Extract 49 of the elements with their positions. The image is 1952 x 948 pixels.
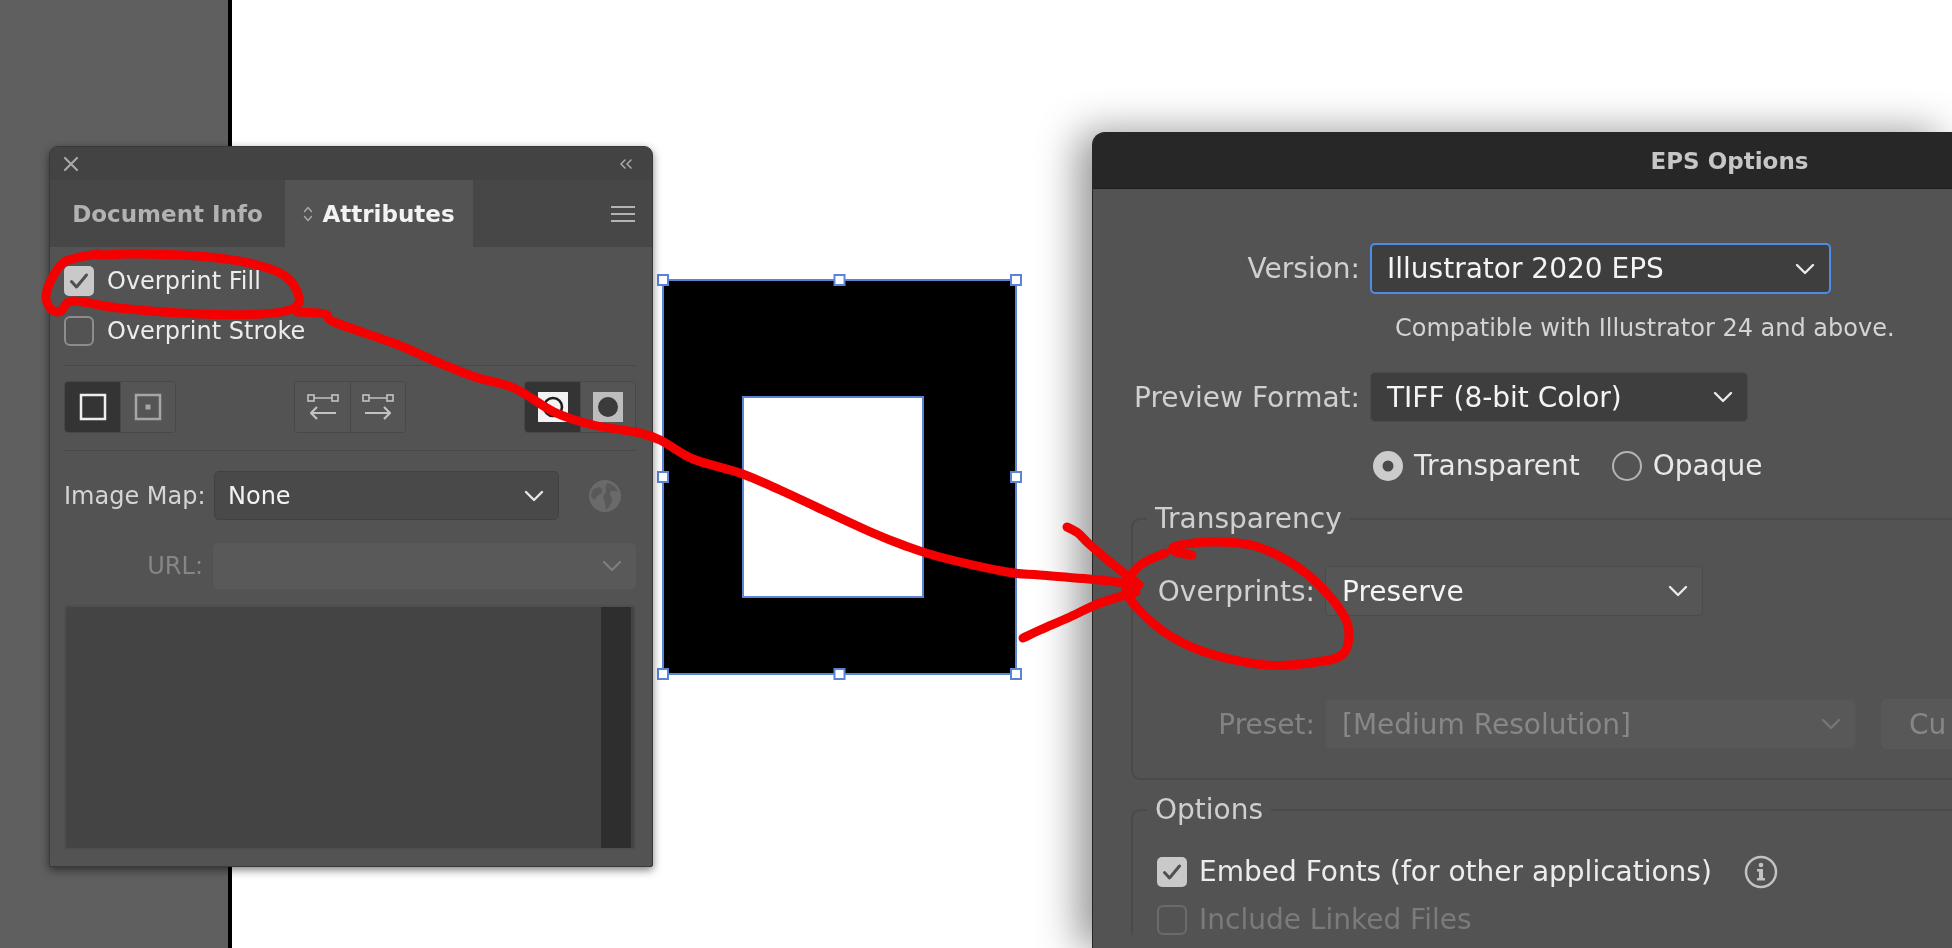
path-right-arrow-icon (362, 394, 394, 420)
chevron-down-icon (1795, 262, 1815, 275)
reverse-path-on-button[interactable] (350, 382, 405, 432)
chevron-down-icon (524, 489, 544, 502)
up-down-arrows-icon (303, 204, 314, 223)
checkbox-label[interactable]: Overprint Stroke (107, 316, 306, 346)
dialog-title: EPS Options (1650, 147, 1809, 174)
radio-label[interactable]: Opaque (1652, 449, 1763, 483)
field-label: Preview Format: (1133, 380, 1360, 414)
field-label: Overprints: (1156, 574, 1315, 608)
radio-button[interactable] (1611, 451, 1642, 481)
selection-handle[interactable] (657, 471, 669, 483)
preview-format-dropdown[interactable]: TIFF (8-bit Color) (1370, 372, 1748, 422)
group-box-title: Options (1154, 793, 1265, 827)
checkbox[interactable] (64, 266, 94, 296)
chevron-down-icon (1668, 585, 1688, 597)
image-map-dropdown[interactable]: None (214, 471, 559, 520)
panel-tab[interactable]: Document Info (50, 180, 285, 247)
menu-icon[interactable] (610, 204, 636, 223)
disc-tile-icon (593, 392, 623, 422)
chevron-down-icon (602, 560, 622, 572)
close-icon[interactable] (63, 155, 79, 172)
compatibility-note: Compatible with Illustrator 24 and above. (1395, 314, 1895, 342)
group-box-title: Transparency (1154, 502, 1343, 536)
chevron-down-icon (1713, 391, 1733, 403)
checkbox-label[interactable]: Embed Fonts (for other applications) (1199, 855, 1712, 889)
overprints-dropdown[interactable]: Preserve (1325, 566, 1703, 616)
checkbox[interactable] (64, 316, 94, 346)
radio-button[interactable] (1373, 451, 1403, 481)
panel-tab[interactable]: Attributes (285, 180, 473, 247)
chevron-down-icon (1821, 718, 1841, 730)
no-center-point-button[interactable] (65, 382, 120, 432)
collapse-icon[interactable] (619, 158, 633, 169)
field-label: Version: (1246, 252, 1360, 285)
version-dropdown[interactable]: Illustrator 2020 EPS (1370, 243, 1831, 294)
field-label: Image Map: (64, 481, 207, 510)
selection-handle[interactable] (833, 274, 846, 286)
radio-label[interactable]: Transparent (1414, 449, 1580, 483)
checkbox-label[interactable]: Overprint Fill (107, 266, 261, 296)
square-outline-icon (78, 393, 107, 421)
selection-handle[interactable] (657, 274, 669, 286)
path-left-arrow-icon (306, 394, 339, 420)
selection-handle[interactable] (833, 668, 846, 680)
info-icon[interactable] (1743, 855, 1778, 889)
selection-handle[interactable] (1010, 471, 1022, 483)
selection-handle[interactable] (1010, 274, 1022, 286)
selection-handle[interactable] (657, 668, 669, 680)
selection-handle[interactable] (1010, 668, 1022, 680)
checkbox[interactable] (1157, 857, 1187, 887)
